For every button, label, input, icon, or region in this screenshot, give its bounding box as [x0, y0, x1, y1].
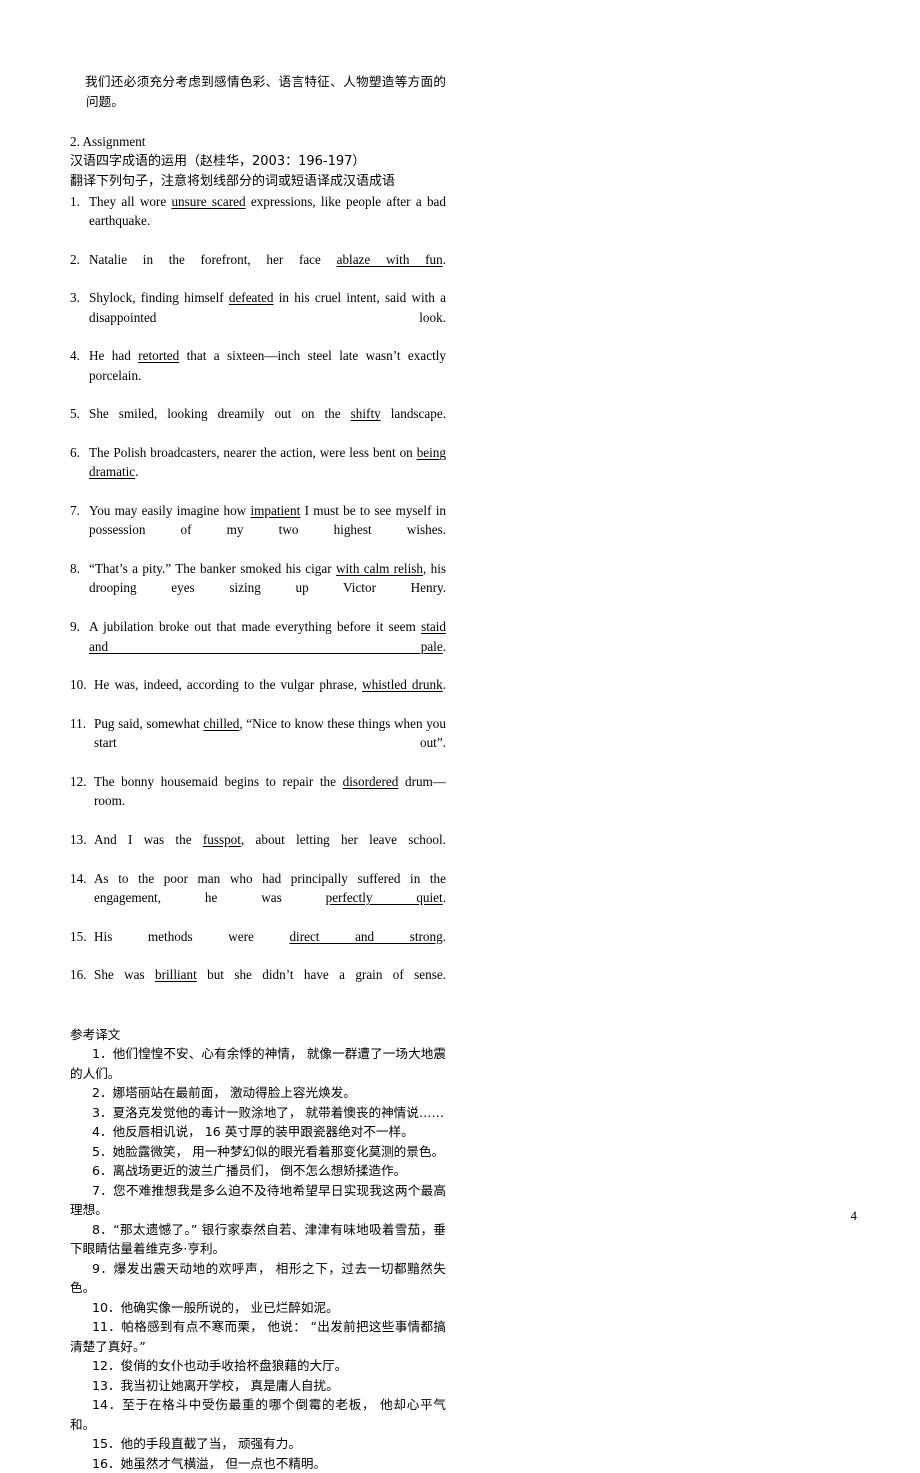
exercise-item: 16. She was brilliant but she didn’t have…: [70, 965, 446, 1004]
underlined-phrase: chilled: [203, 715, 240, 731]
reference-translation-item: 5．她脸露微笑， 用一种梦幻似的眼光看着那变化莫测的景色。: [92, 1143, 445, 1159]
underlined-phrase: whistled drunk: [362, 677, 443, 693]
reference-translation-item: 13．我当初让她离开学校， 真是庸人自扰。: [92, 1377, 339, 1393]
page-number: 4: [850, 1208, 858, 1223]
exercise-item-text: .: [135, 464, 139, 480]
exercise-item-text: .: [442, 889, 446, 905]
exercise-item: 4. He had retorted that a sixteen—inch st…: [70, 346, 446, 404]
reference-translation-item: 15．他的手段直截了当， 顽强有力。: [92, 1436, 301, 1452]
exercise-list: 1. They all wore unsure scared expression…: [70, 192, 446, 1004]
exercise-item-text: Shylock, finding himself: [89, 290, 229, 306]
exercise-item-text: She smiled, looking dreamily out on the: [89, 406, 351, 422]
intro-paragraph: 我们还必须充分考虑到感情色彩、语言特征、人物塑造等方面的问题。: [85, 74, 446, 109]
exercise-item-text: but she didn’t have a grain of sense.: [196, 967, 446, 983]
reference-translation-item: 16．她虽然才气横溢， 但一点也不精明。: [92, 1455, 327, 1471]
reference-translation-item: 11．帕格感到有点不寒而栗， 他说： “出发前把这些事情都搞清楚了真好。”: [70, 1319, 446, 1354]
exercise-item-text: landscape.: [380, 406, 447, 422]
underlined-phrase: impatient: [250, 503, 301, 519]
exercise-item-text: .: [442, 251, 446, 267]
exercise-item: 2. Natalie in the forefront, her face abl…: [70, 250, 446, 289]
reference-translation-item: 14．至于在格斗中受伤最重的哪个倒霉的老板， 他却心平气和。: [70, 1397, 446, 1432]
underlined-phrase: fusspot: [202, 831, 241, 847]
exercise-item: 12. The bonny housemaid begins to repair …: [70, 772, 446, 830]
exercise-item-text: He was, indeed, according to the vulgar …: [94, 677, 363, 693]
exercise-item: 13. And I was the fusspot, about letting …: [70, 830, 446, 869]
exercise-item-number: 13.: [70, 831, 87, 847]
underlined-phrase: perfectly quiet: [325, 889, 443, 905]
underlined-phrase: unsure scared: [171, 193, 246, 209]
underlined-phrase: direct and strong: [289, 928, 443, 944]
underlined-phrase: retorted: [138, 348, 180, 364]
exercise-item-number: 14.: [70, 870, 87, 886]
underlined-phrase: with calm relish: [335, 561, 423, 577]
exercise-item-text: .: [442, 928, 446, 944]
exercise-item-number: 2.: [70, 251, 80, 267]
exercise-item-number: 11.: [70, 715, 86, 731]
exercise-item-number: 3.: [70, 290, 80, 306]
exercise-item-text: Pug said, somewhat: [94, 715, 204, 731]
reference-translation-item: 1．他们惶惶不安、心有余悸的神情， 就像一群遭了一场大地震的人们。: [70, 1046, 446, 1081]
exercise-item: 7. You may easily imagine how impatient I…: [70, 501, 446, 559]
exercise-item: 1. They all wore unsure scared expression…: [70, 192, 446, 250]
reference-translation-item: 12．俊俏的女仆也动手收拾杯盘狼藉的大厅。: [92, 1358, 348, 1374]
exercise-item-number: 4.: [70, 348, 80, 364]
reference-translation-item: 3．夏洛克发觉他的毒计一败涂地了， 就带着懊丧的神情说……: [92, 1104, 445, 1120]
exercise-item-text: A jubilation broke out that made everyth…: [89, 619, 422, 635]
exercise-item-text: The Polish broadcasters, nearer the acti…: [89, 445, 417, 461]
exercise-item-text: You may easily imagine how: [89, 503, 251, 519]
exercise-item-text: Natalie in the forefront, her face: [89, 251, 337, 267]
assignment-instruction-line: 翻译下列句子，注意将划线部分的词或短语译成汉语成语: [70, 173, 396, 189]
reference-translation-item: 2．娜塔丽站在最前面， 激动得脸上容光焕发。: [92, 1085, 356, 1101]
exercise-item-text: The bonny housemaid begins to repair the: [94, 773, 343, 789]
underlined-phrase: disordered: [342, 773, 399, 789]
exercise-item-number: 1.: [70, 193, 80, 209]
text-column: 我们还必须充分考虑到感情色彩、语言特征、人物塑造等方面的问题。 2. Assig…: [70, 72, 446, 1473]
exercise-item-number: 16.: [70, 967, 87, 983]
exercise-item-text: , about letting her leave school.: [240, 831, 446, 847]
underlined-phrase: ablaze with fun: [336, 251, 443, 267]
reference-translation-item: 8．“那太遗憾了。” 银行家泰然自若、津津有味地吸着雪茄，垂下眼睛估量着维克多·…: [70, 1221, 446, 1257]
underlined-phrase: defeated: [228, 290, 274, 306]
exercise-item-number: 9.: [70, 619, 80, 635]
exercise-item-text: They all wore: [89, 193, 172, 209]
reference-translation-item: 9．爆发出震天动地的欢呼声， 相形之下，过去一切都黯然失色。: [70, 1260, 446, 1296]
exercise-item: 11. Pug said, somewhat chilled, “Nice to …: [70, 714, 446, 772]
exercise-item-number: 12.: [70, 773, 87, 789]
exercise-item-number: 7.: [70, 503, 80, 519]
reference-translation-item: 7．您不难推想我是多么迫不及待地希望早日实现我这两个最高理想。: [70, 1182, 446, 1218]
assignment-source-line: 汉语四字成语的运用（赵桂华，2003：196-197）: [70, 153, 366, 169]
exercise-item: 8. “That’s a pity.” The banker smoked his…: [70, 559, 446, 617]
exercise-item-text: .: [442, 677, 446, 693]
exercise-item-text: She was: [94, 967, 155, 983]
exercise-item: 9. A jubilation broke out that made every…: [70, 617, 446, 675]
exercise-item-number: 15.: [70, 928, 87, 944]
exercise-item: 10. He was, indeed, according to the vulg…: [70, 675, 446, 714]
exercise-item-text: He had: [89, 348, 139, 364]
exercise-item-text: And I was the: [94, 831, 203, 847]
exercise-item: 5. She smiled, looking dreamily out on th…: [70, 404, 446, 443]
exercise-item: 6. The Polish broadcasters, nearer the ac…: [70, 443, 446, 501]
exercise-item-text: His methods were: [94, 928, 290, 944]
exercise-item-number: 5.: [70, 406, 80, 422]
assignment-heading: 2. Assignment: [70, 134, 146, 150]
reference-translation-item: 10．他确实像一般所说的， 业已烂醉如泥。: [92, 1299, 339, 1315]
reference-translation-heading: 参考译文: [70, 1027, 121, 1043]
document-page: 我们还必须充分考虑到感情色彩、语言特征、人物塑造等方面的问题。 2. Assig…: [0, 0, 920, 1471]
reference-translation-item: 6．离战场更近的波兰广播员们， 倒不怎么想矫揉造作。: [92, 1163, 407, 1179]
reference-translation-item: 4．他反唇相讥说， 16 英寸厚的装甲跟瓷器绝对不一样。: [92, 1124, 414, 1140]
reference-translation-list: 1．他们惶惶不安、心有余悸的神情， 就像一群遭了一场大地震的人们。 2．娜塔丽站在…: [70, 1044, 446, 1473]
underlined-phrase: shifty: [350, 406, 381, 422]
underlined-phrase: brilliant: [155, 967, 197, 983]
exercise-item-text: “That’s a pity.” The banker smoked his c…: [89, 561, 336, 577]
exercise-item: 3. Shylock, finding himself defeated in h…: [70, 288, 446, 346]
exercise-item-number: 6.: [70, 445, 80, 461]
exercise-item: 15. His methods were direct and strong.: [70, 927, 446, 966]
exercise-item-text: .: [442, 638, 446, 654]
exercise-item-number: 8.: [70, 561, 80, 577]
exercise-item: 14. As to the poor man who had principall…: [70, 869, 446, 927]
exercise-item-number: 10.: [70, 677, 87, 693]
